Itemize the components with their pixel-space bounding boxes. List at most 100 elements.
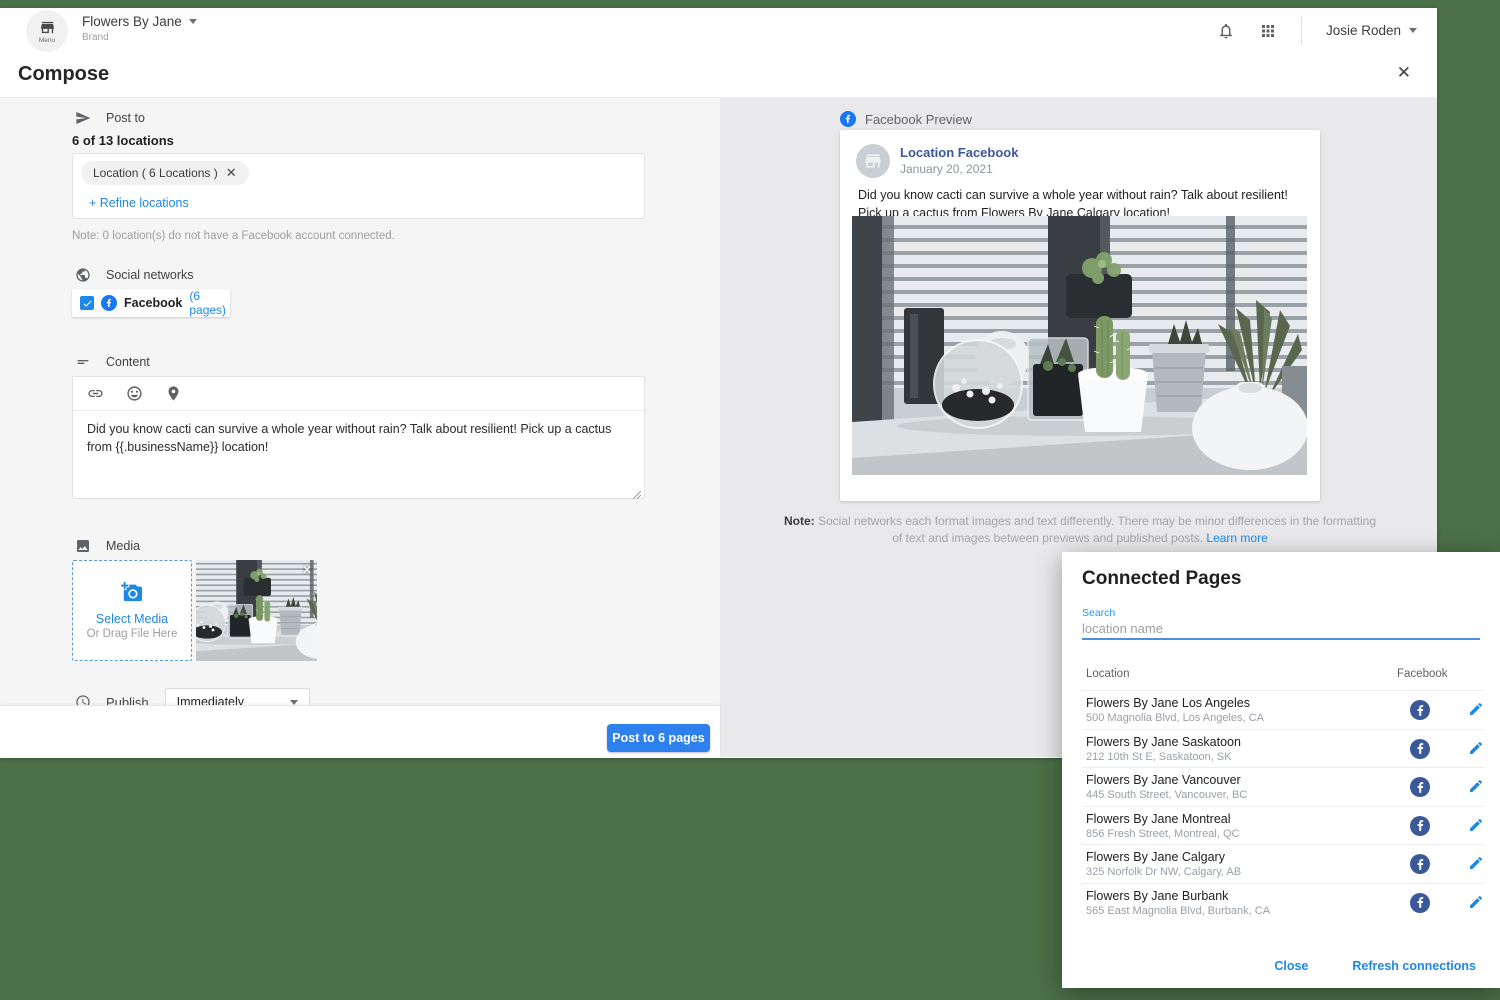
facebook-preview-card: Location Facebook January 20, 2021 Did y…: [840, 130, 1320, 501]
menu-label: Menu: [39, 37, 55, 44]
chip-remove-icon[interactable]: ✕: [226, 165, 237, 181]
store-icon: [39, 19, 56, 36]
close-icon[interactable]: ✕: [1397, 64, 1411, 81]
locations-note: Note: 0 location(s) do not have a Facebo…: [72, 230, 645, 242]
notifications-bell-icon[interactable]: [1217, 22, 1235, 40]
topbar-divider: [1301, 17, 1302, 45]
social-networks-section-header: Social networks: [72, 267, 645, 283]
location-name: Flowers By Jane Calgary: [1086, 850, 1225, 864]
edit-pencil-icon[interactable]: [1468, 855, 1484, 876]
location-address: 856 Fresh Street, Montreal, QC: [1086, 828, 1239, 840]
facebook-checkbox[interactable]: [80, 296, 94, 310]
brand-type-label: Brand: [82, 32, 197, 43]
location-name: Flowers By Jane Los Angeles: [1086, 696, 1250, 710]
post-to-section-header: Post to: [72, 110, 645, 126]
location-pin-icon[interactable]: [165, 385, 182, 402]
select-media-label: Select Media: [96, 612, 168, 626]
location-address: 565 East Magnolia Blvd, Burbank, CA: [1086, 905, 1270, 917]
check-icon: [82, 298, 93, 309]
preview-disclaimer: Note: Social networks each format images…: [780, 513, 1380, 548]
media-section-header: Media: [72, 538, 645, 554]
facebook-icon: [840, 111, 856, 127]
menu-button[interactable]: Menu: [26, 10, 68, 52]
brand-selector[interactable]: Flowers By Jane Brand: [82, 14, 197, 43]
connected-pages-list: Flowers By Jane Los Angeles 500 Magnolia…: [1082, 690, 1484, 921]
location-chip-label: Location ( 6 Locations ): [93, 166, 218, 180]
compose-form-panel: Post to 6 of 13 locations Location ( 6 L…: [0, 98, 720, 757]
location-address: 325 Norfolk Dr NW, Calgary, AB: [1086, 866, 1241, 878]
learn-more-link[interactable]: Learn more: [1206, 531, 1267, 545]
globe-icon: [75, 267, 91, 283]
drag-file-label: Or Drag File Here: [87, 628, 178, 640]
top-bar: Menu Flowers By Jane Brand Josie Roden: [0, 8, 1437, 53]
apps-grid-icon[interactable]: [1259, 22, 1277, 40]
facebook-pages-link[interactable]: (6 pages): [189, 289, 226, 317]
facebook-icon: [1410, 700, 1430, 720]
location-name: Flowers By Jane Saskatoon: [1086, 735, 1241, 749]
facebook-network-card: Facebook (6 pages): [72, 289, 230, 317]
edit-pencil-icon[interactable]: [1468, 894, 1484, 915]
preview-page-name: Location Facebook: [900, 145, 1018, 160]
table-row: Flowers By Jane Vancouver 445 South Stre…: [1082, 767, 1484, 806]
emoji-icon[interactable]: [126, 385, 143, 402]
facebook-icon: [1410, 777, 1430, 797]
edit-pencil-icon[interactable]: [1468, 701, 1484, 722]
remove-media-icon[interactable]: ✕: [302, 563, 312, 577]
send-icon: [75, 110, 91, 126]
close-button[interactable]: Close: [1274, 959, 1308, 973]
resize-handle-icon[interactable]: [632, 486, 641, 495]
user-name: Josie Roden: [1326, 23, 1401, 38]
chevron-down-icon: [290, 700, 298, 705]
facebook-icon: [1410, 739, 1430, 759]
plants-photo: [852, 216, 1307, 475]
link-icon[interactable]: [87, 385, 104, 402]
refresh-connections-button[interactable]: Refresh connections: [1352, 959, 1476, 973]
facebook-icon: [101, 295, 117, 311]
modal-title: Connected Pages: [1082, 568, 1241, 590]
location-address: 445 South Street, Vancouver, BC: [1086, 789, 1247, 801]
preview-post-date: January 20, 2021: [900, 162, 993, 176]
short-text-icon: [75, 354, 91, 370]
refine-locations-link[interactable]: + Refine locations: [89, 196, 189, 210]
media-thumbnail[interactable]: ✕: [196, 560, 317, 661]
table-header: Location Facebook: [1086, 668, 1476, 680]
location-name: Flowers By Jane Vancouver: [1086, 773, 1241, 787]
content-editor: Did you know cacti can survive a whole y…: [72, 376, 645, 499]
preview-title: Facebook Preview: [865, 112, 972, 127]
store-icon: [863, 151, 883, 171]
social-networks-label: Social networks: [106, 268, 194, 282]
select-media-dropzone[interactable]: Select Media Or Drag File Here: [72, 560, 192, 661]
preview-header: Facebook Preview: [840, 111, 972, 127]
table-row: Flowers By Jane Saskatoon 212 10th St E,…: [1082, 729, 1484, 768]
table-row: Flowers By Jane Calgary 325 Norfolk Dr N…: [1082, 844, 1484, 883]
table-row: Flowers By Jane Los Angeles 500 Magnolia…: [1082, 690, 1484, 729]
facebook-icon: [1410, 816, 1430, 836]
edit-pencil-icon[interactable]: [1468, 778, 1484, 799]
locations-box: Location ( 6 Locations ) ✕ + Refine loca…: [72, 153, 645, 219]
content-toolbar: [73, 377, 644, 411]
note-text: Social networks each format images and t…: [818, 514, 1376, 545]
column-location: Location: [1086, 668, 1129, 680]
edit-pencil-icon[interactable]: [1468, 740, 1484, 761]
brand-name: Flowers By Jane: [82, 14, 182, 29]
location-name: Flowers By Jane Montreal: [1086, 812, 1231, 826]
facebook-network-label: Facebook: [124, 296, 182, 310]
add-photo-icon: [120, 581, 144, 603]
edit-pencil-icon[interactable]: [1468, 817, 1484, 838]
compose-header: Compose ✕: [0, 53, 1437, 98]
post-text-input[interactable]: Did you know cacti can survive a whole y…: [73, 411, 644, 465]
user-menu[interactable]: Josie Roden: [1326, 23, 1417, 38]
avatar: [856, 144, 890, 178]
page-title: Compose: [18, 63, 109, 86]
post-button[interactable]: Post to 6 pages: [607, 724, 710, 752]
content-label: Content: [106, 355, 150, 369]
media-label: Media: [106, 539, 140, 553]
location-chip[interactable]: Location ( 6 Locations ) ✕: [81, 161, 249, 185]
location-name: Flowers By Jane Burbank: [1086, 889, 1228, 903]
table-row: Flowers By Jane Montreal 856 Fresh Stree…: [1082, 806, 1484, 845]
search-input[interactable]: [1082, 618, 1480, 640]
post-to-label: Post to: [106, 111, 145, 125]
location-address: 212 10th St E, Saskatoon, SK: [1086, 751, 1232, 763]
note-label: Note:: [784, 514, 815, 528]
desktop-background: Menu Flowers By Jane Brand Josie Roden: [0, 0, 1500, 1000]
